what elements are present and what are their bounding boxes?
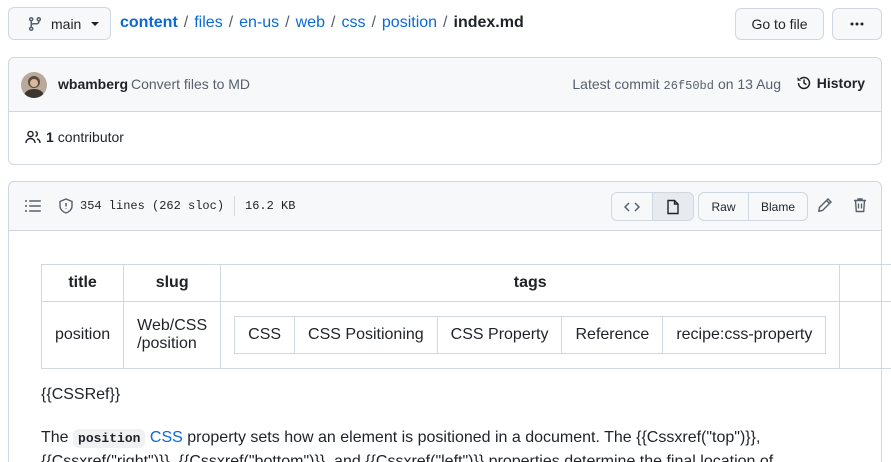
table-cell-empty	[839, 301, 891, 369]
file-header: 354 lines (262 sloc) 16.2 KB Raw Blame	[9, 182, 881, 231]
latest-commit-label: Latest commit	[572, 76, 660, 92]
rendered-view-button[interactable]	[652, 193, 693, 220]
caret-down-icon	[91, 21, 100, 26]
history-icon	[797, 76, 811, 90]
trash-icon[interactable]	[852, 197, 868, 213]
contributor-count: 1	[46, 129, 54, 145]
raw-button[interactable]: Raw	[699, 193, 749, 220]
avatar-image	[21, 72, 47, 98]
go-to-file-button[interactable]: Go to file	[735, 8, 824, 40]
tag-cell: CSS Positioning	[294, 316, 438, 354]
git-branch-icon	[28, 16, 41, 31]
cssref-macro-text: {{CSSRef}}	[41, 386, 121, 403]
paragraph-text: property sets how an element is position…	[187, 429, 761, 446]
commit-sha-link[interactable]: 26f50bd	[664, 79, 714, 93]
table-header: slug	[123, 264, 222, 302]
latest-commit-info: Latest commit 26f50bd on 13 Aug	[572, 76, 781, 93]
source-view-button[interactable]	[612, 193, 652, 220]
breadcrumb-separator: /	[371, 14, 376, 31]
header-divider	[234, 196, 235, 216]
slug-line: /position	[137, 335, 197, 352]
commit-author-link[interactable]: wbamberg	[58, 76, 128, 92]
breadcrumb-link-files[interactable]: files	[194, 14, 222, 32]
breadcrumb-link-en-us[interactable]: en-us	[239, 14, 279, 32]
kebab-horizontal-icon	[850, 22, 864, 26]
commit-row: wbamberg Convert files to MD Latest comm…	[9, 58, 881, 112]
view-mode-toggle	[611, 192, 694, 221]
tags-table: CSS CSS Positioning CSS Property Referen…	[234, 316, 827, 354]
table-cell-title: position	[40, 301, 125, 369]
shield-icon	[59, 198, 73, 214]
slug-line: Web/CSS	[137, 317, 208, 334]
breadcrumb-link-position[interactable]: position	[382, 14, 437, 32]
inline-code: position	[73, 429, 146, 448]
contributor-label: contributor	[57, 129, 124, 145]
people-icon	[25, 130, 41, 144]
history-link[interactable]: History	[796, 75, 865, 91]
pencil-icon[interactable]	[817, 197, 833, 213]
commit-date: on 13 Aug	[717, 76, 781, 92]
tag-cell: CSS	[234, 316, 296, 354]
blame-button[interactable]: Blame	[749, 193, 807, 220]
file-icon	[667, 199, 679, 214]
breadcrumb-link-web[interactable]: web	[296, 14, 325, 32]
table-header: tags	[220, 264, 841, 302]
intro-paragraph: The position CSS property sets how an el…	[41, 426, 861, 462]
paragraph-text: {{Cssxref("right")}}, {{Cssxref("bottom"…	[41, 453, 774, 462]
breadcrumb-separator: /	[228, 14, 234, 31]
paragraph-text: The	[41, 429, 69, 446]
frontmatter-table: title slug tags position Web/CSS/positio…	[40, 264, 891, 369]
breadcrumb-separator: /	[183, 14, 189, 31]
breadcrumb-link-content[interactable]: content	[120, 14, 178, 32]
tag-cell: CSS Property	[436, 316, 563, 354]
raw-blame-group: Raw Blame	[698, 192, 808, 221]
history-label: History	[816, 75, 865, 91]
file-line-count: 354 lines (262 sloc)	[80, 199, 225, 213]
table-cell-tags: CSS CSS Positioning CSS Property Referen…	[220, 301, 841, 369]
latest-commit-box: wbamberg Convert files to MD Latest comm…	[8, 57, 882, 165]
list-unordered-icon[interactable]	[25, 198, 41, 214]
breadcrumb-separator: /	[443, 14, 448, 31]
table-header-empty	[839, 264, 891, 302]
css-link[interactable]: CSS	[150, 429, 183, 446]
breadcrumb: content / files / en-us / web / css / po…	[120, 14, 524, 32]
file-viewer: 354 lines (262 sloc) 16.2 KB Raw Blame t…	[8, 181, 891, 462]
breadcrumb-current-file: index.md	[453, 14, 524, 31]
contributors-info[interactable]: 1 contributor	[25, 129, 124, 145]
breadcrumb-link-css[interactable]: css	[341, 14, 365, 32]
table-cell-slug: Web/CSS/position	[123, 301, 222, 369]
breadcrumb-separator: /	[285, 14, 290, 31]
commit-message-link[interactable]: Convert files to MD	[131, 76, 250, 92]
table-row: position Web/CSS/position CSS CSS Positi…	[40, 301, 891, 369]
avatar[interactable]	[21, 72, 47, 98]
file-size: 16.2 KB	[245, 199, 296, 213]
table-header-row: title slug tags	[40, 264, 891, 302]
branch-selector-button[interactable]: main	[8, 7, 111, 40]
more-options-button[interactable]	[832, 8, 882, 40]
breadcrumb-separator: /	[330, 14, 336, 31]
tag-cell: recipe:css-property	[662, 316, 827, 354]
contributors-row: 1 contributor	[9, 112, 881, 164]
table-header: title	[40, 264, 125, 302]
markdown-body: title slug tags position Web/CSS/positio…	[40, 264, 891, 369]
tag-cell: Reference	[561, 316, 664, 354]
code-icon	[624, 201, 640, 212]
branch-name: main	[51, 15, 82, 32]
